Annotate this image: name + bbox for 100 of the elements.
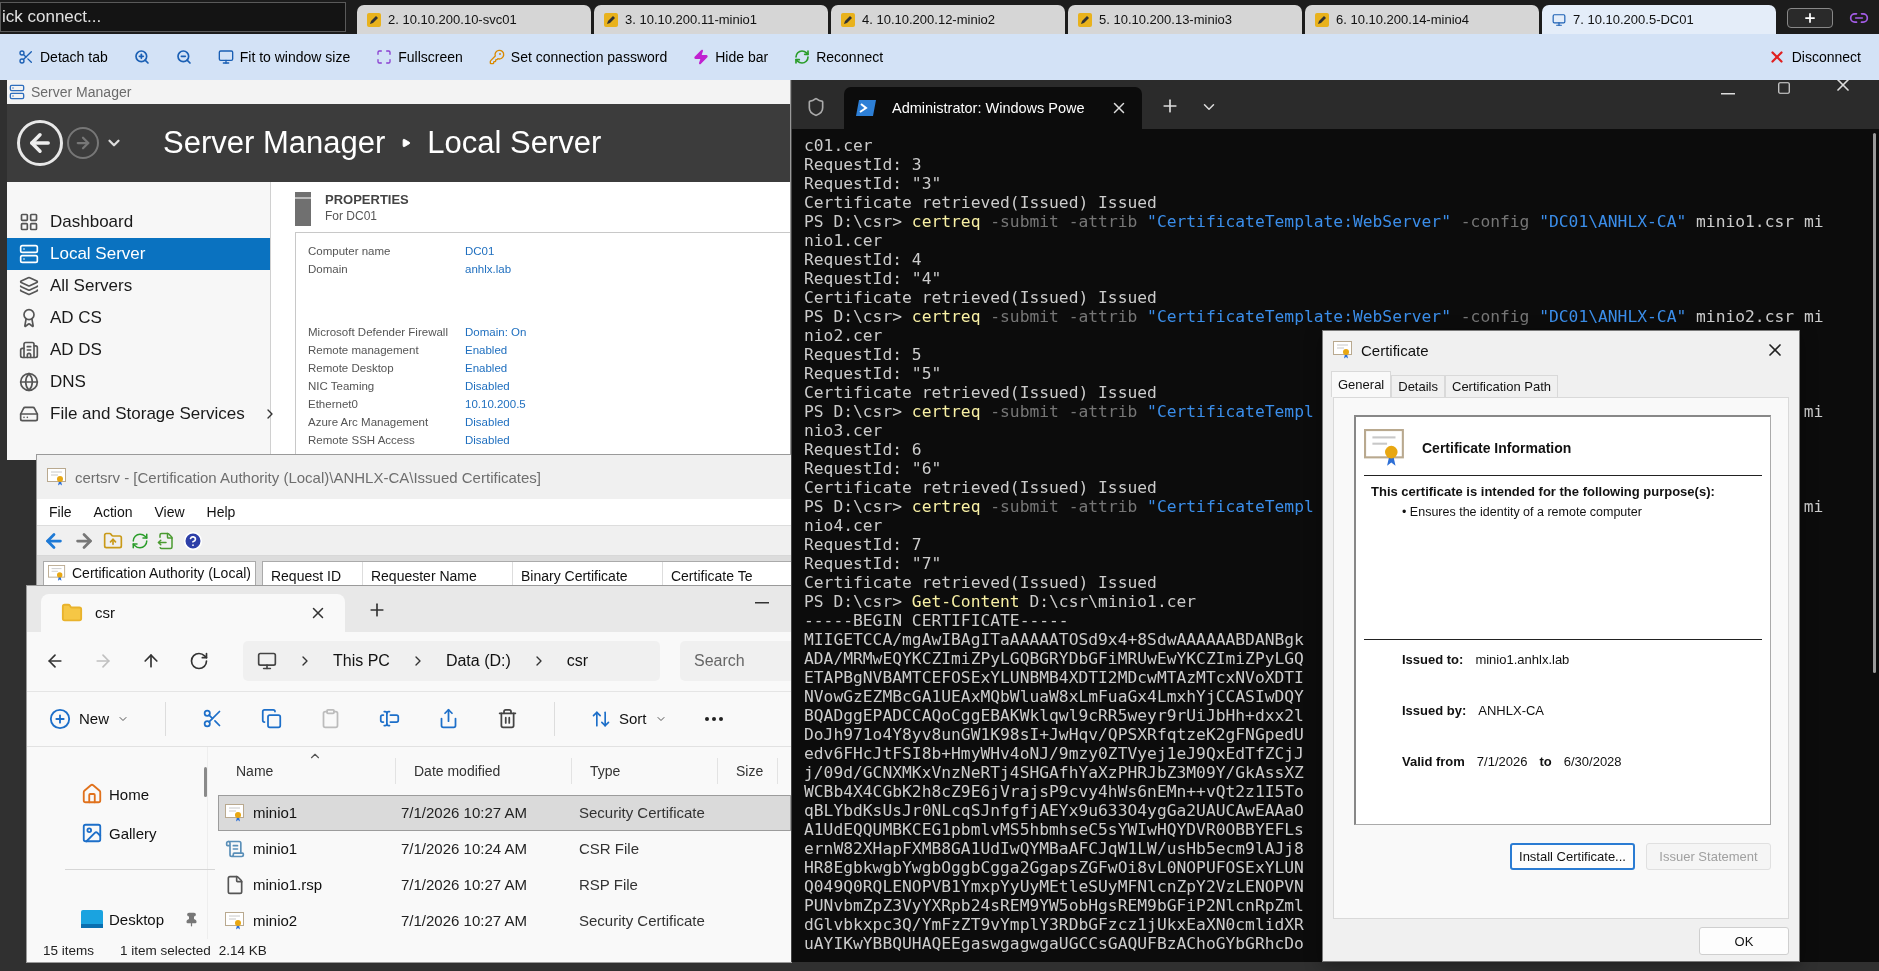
search-field[interactable]: Search [680, 641, 791, 682]
menu-item[interactable]: Action [93, 504, 133, 520]
set-password-button[interactable]: Set connection password [486, 47, 670, 67]
terminal-tab[interactable]: Administrator: Windows Powe [844, 87, 1142, 129]
breadcrumb-item[interactable]: This PC [333, 652, 390, 671]
property-label: Remote management [308, 343, 420, 358]
file-row[interactable]: minio1 7/1/2026 10:27 AM Security Certificate [218, 794, 791, 831]
property-value-link[interactable]: Domain: On [465, 324, 527, 341]
fit-to-window-button[interactable]: Fit to window size [215, 47, 353, 67]
property-value-link[interactable]: Disabled [465, 378, 527, 395]
property-label: Remote SSH Access [308, 433, 416, 448]
terminal-line: DoJh971o4Y8yv8unGW1K98sI+JwHqv/QPSXRfqtzeK2gFNGpedU [804, 725, 1304, 744]
type-cell-text: CSR File [578, 840, 640, 857]
dialog-tab[interactable]: General [1331, 371, 1392, 397]
menu-item[interactable]: View [154, 504, 185, 520]
purpose-title: This certificate is intended for the following purpose(s): [1371, 483, 1716, 499]
menu-item[interactable]: File [49, 504, 72, 520]
file-row[interactable]: minio1.rsp 7/1/2026 10:27 AM RSP File [218, 866, 791, 903]
sidebar-item[interactable]: DNS [7, 366, 270, 398]
terminal-line: RequestId: 5 [804, 345, 922, 364]
hide-bar-button[interactable]: Hide bar [691, 47, 771, 67]
property-value-link[interactable]: 10.10.200.5 [465, 396, 527, 413]
terminal-line: uAYIKwYBBQUHAQEEgaswgagwgaUGCCsGAQUFBzAChoGYbGRhcDo [804, 934, 1304, 953]
session-tab[interactable]: 7. 10.10.200.5-DC01 [1542, 5, 1776, 34]
field-label: Issued to: [1402, 652, 1464, 667]
file-name: minio1 [253, 804, 298, 821]
property-value-link[interactable]: Enabled [465, 342, 527, 359]
session-tab[interactable]: 6. 10.10.200.14-minio4 [1305, 5, 1539, 34]
terminal-line: -----BEGIN CERTIFICATE----- [804, 611, 1069, 630]
sidebar-item[interactable]: AD DS [7, 334, 270, 366]
sidebar-item[interactable]: File and Storage Services [7, 398, 270, 430]
install-certificate-button[interactable]: Install Certificate... [1510, 843, 1635, 870]
property-label: Microsoft Defender Firewall [308, 325, 449, 340]
tree-item[interactable]: Certification Authority (Local) [72, 565, 251, 581]
type-cell-text: Security Certificate [578, 804, 706, 821]
date-cell-text: 7/1/2026 10:27 AM [400, 804, 528, 821]
session-tab[interactable]: 2. 10.10.200.10-svc01 [357, 5, 591, 34]
file-row[interactable]: minio2 7/1/2026 10:27 AM Security Certificate [218, 902, 791, 939]
file-row[interactable]: minio1 7/1/2026 10:24 AM CSR File [218, 830, 791, 867]
folder-tab[interactable]: csr [41, 594, 345, 632]
column-header[interactable]: Type [572, 757, 718, 784]
column-header[interactable]: Size [718, 757, 778, 784]
menu-item[interactable]: Help [206, 504, 236, 520]
terminal-line: nio1.cer [804, 231, 883, 250]
window-title: certsrv - [Certification Authority (Local)\ANHLX-CA\Issued Certificates] [75, 468, 541, 486]
reconnect-button[interactable]: Reconnect [792, 47, 886, 67]
disconnect-button[interactable]: Disconnect [1765, 46, 1863, 68]
terminal-line: Certificate retrieved(Issued) Issued [804, 478, 1157, 497]
status-text: 15 items [43, 942, 95, 958]
terminal-line: HR8EgbkwgbYwgbOggbCgga2GgapsZGFwOi8vL0NOPUFOSExYLUN [804, 858, 1304, 877]
property-value-link[interactable]: Disabled [465, 432, 527, 449]
ok-button[interactable]: OK [1699, 927, 1789, 955]
new-button[interactable]: New [47, 705, 131, 732]
terminal-line: Certificate retrieved(Issued) Issued [804, 193, 1157, 212]
column-header[interactable]: Date modified [396, 757, 572, 784]
property-value-link[interactable]: Enabled [465, 360, 527, 377]
fullscreen-button[interactable]: Fullscreen [374, 47, 465, 67]
detach-tab-button[interactable]: Detach tab [16, 47, 110, 67]
breadcrumb-item[interactable]: csr [566, 652, 589, 671]
field-value: minio1.anhlx.lab [1475, 652, 1570, 667]
nav-item[interactable]: Gallery [81, 813, 207, 853]
sidebar-item[interactable]: All Servers [7, 270, 270, 302]
terminal-line: A1UdEQQUMBKCEG1pbmlvMS5hbmhseC5sYWIwHQYDVR0OBBYEFLs [804, 820, 1304, 839]
quick-connect-field[interactable]: ick connect... [0, 2, 346, 32]
terminal-line: nio4.cer [804, 516, 883, 535]
dialog-tab[interactable]: Details [1391, 375, 1445, 397]
file-name: minio1 [253, 840, 298, 857]
field-value: ANHLX-CA [1478, 703, 1545, 718]
terminal-line: j/09d/GCNXMKxVnzNeRTj4SHGAfhYaXzPHRJbZ3M09Y/GkAssXZ [804, 763, 1304, 782]
sidebar-item[interactable]: Local Server [7, 238, 270, 270]
window-title: Server Manager [31, 84, 132, 100]
status-text: 2.14 KB [218, 942, 267, 958]
session-tab[interactable]: 5. 10.10.200.13-minio3 [1068, 5, 1302, 34]
session-tab[interactable]: 3. 10.10.200.11-minio1 [594, 5, 828, 34]
sidebar-item[interactable]: Dashboard [7, 206, 270, 238]
breadcrumb-item[interactable]: Data (D:) [445, 652, 511, 671]
terminal-line: nio3.cer [804, 421, 883, 440]
terminal-line: BQADggEPADCCAQoCggEBAKWklqwl9cRR5weyr9rUiJbHh+dxx2l [804, 706, 1304, 725]
sort-button[interactable]: Sort [589, 706, 669, 731]
terminal-line: qBLYbdKsUsJr0NLcqSJnfgfjAEYx9u633O4ygGa2UAUCAwEAAaO [804, 801, 1304, 820]
date-cell-text: 7/1/2026 10:27 AM [400, 912, 528, 929]
nav-item[interactable]: Desktop [81, 899, 207, 939]
terminal-line: nio2.cer [804, 326, 883, 345]
terminal-line: WCBb4X4CGbK2h8cZ9E6jVrajsP9cvy4hWs6nEMn++vQt2z1I5To [804, 782, 1304, 801]
session-tab[interactable]: 4. 10.10.200.12-minio2 [831, 5, 1065, 34]
property-label: Computer name [308, 244, 392, 259]
property-label: NIC Teaming [308, 379, 376, 394]
sidebar-item[interactable]: AD CS [7, 302, 270, 334]
dialog-tab[interactable]: Certification Path [1445, 375, 1558, 397]
terminal-line: dGlvbkxpc3Q/YmFzZT9vYmplY3RDbGFzcz1jUkxEaXN0cmlidXR [804, 915, 1304, 934]
type-cell-text: Security Certificate [578, 912, 706, 929]
column-header[interactable]: Name [218, 757, 396, 784]
property-value-link[interactable]: anhlx.lab [465, 261, 512, 278]
status-text: 1 item selected [120, 942, 211, 958]
breadcrumb-item: Server Manager [163, 125, 386, 161]
nav-item[interactable]: Home [81, 774, 207, 814]
property-value-link[interactable]: Disabled [465, 414, 527, 431]
address-bar[interactable]: This PC Data (D:) csr [243, 641, 660, 682]
property-value-link[interactable]: DC01 [465, 243, 512, 260]
terminal-line: Certificate retrieved(Issued) Issued [804, 383, 1157, 402]
